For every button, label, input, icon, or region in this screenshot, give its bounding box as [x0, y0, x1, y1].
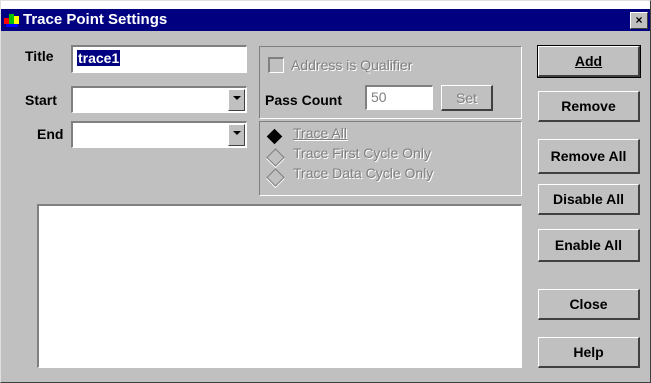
title-input[interactable]: trace1 [71, 45, 247, 73]
window-title: Trace Point Settings [23, 11, 168, 28]
remove-button-label: Remove [561, 98, 616, 114]
start-label: Start [25, 92, 57, 108]
trace-all-label[interactable]: Trace All [293, 125, 347, 141]
title-input-value: trace1 [77, 50, 121, 66]
close-icon[interactable]: × [630, 12, 648, 29]
pass-count-input[interactable]: 50 [365, 85, 433, 110]
remove-button[interactable]: Remove [538, 91, 640, 122]
remove-all-button-label: Remove All [550, 148, 627, 164]
end-combo[interactable] [71, 121, 247, 148]
close-button-label: Close [569, 296, 608, 312]
enable-all-button[interactable]: Enable All [538, 229, 640, 262]
chevron-down-icon[interactable] [228, 124, 245, 146]
address-qualifier-checkbox[interactable] [268, 57, 284, 73]
add-button[interactable]: Add [537, 45, 641, 78]
address-qualifier-label: Address is Qualifier [291, 57, 413, 73]
trace-first-cycle-label[interactable]: Trace First Cycle Only [293, 145, 431, 161]
start-combo[interactable] [71, 86, 247, 113]
set-button-label: Set [455, 89, 477, 106]
chevron-down-icon[interactable] [228, 89, 245, 111]
disable-all-button[interactable]: Disable All [538, 184, 640, 215]
pass-count-label: Pass Count [265, 92, 343, 108]
help-button[interactable]: Help [538, 337, 640, 368]
help-button-label: Help [573, 344, 604, 360]
top-strip [1, 1, 650, 9]
trace-point-settings-dialog: Trace Point Settings × Title trace1 Star… [0, 0, 651, 383]
title-label: Title [25, 48, 54, 64]
remove-all-button[interactable]: Remove All [538, 139, 640, 174]
title-bar[interactable]: Trace Point Settings × [1, 9, 650, 31]
set-button[interactable]: Set [441, 85, 493, 111]
end-label: End [37, 126, 64, 142]
app-icon [4, 12, 20, 28]
trace-point-list[interactable] [37, 204, 522, 368]
pass-count-value: 50 [371, 89, 387, 105]
enable-all-button-label: Enable All [554, 237, 623, 253]
disable-all-button-label: Disable All [552, 191, 625, 207]
add-button-label: Add [574, 53, 603, 69]
trace-data-cycle-label[interactable]: Trace Data Cycle Only [293, 165, 433, 181]
close-button[interactable]: Close [538, 289, 640, 320]
